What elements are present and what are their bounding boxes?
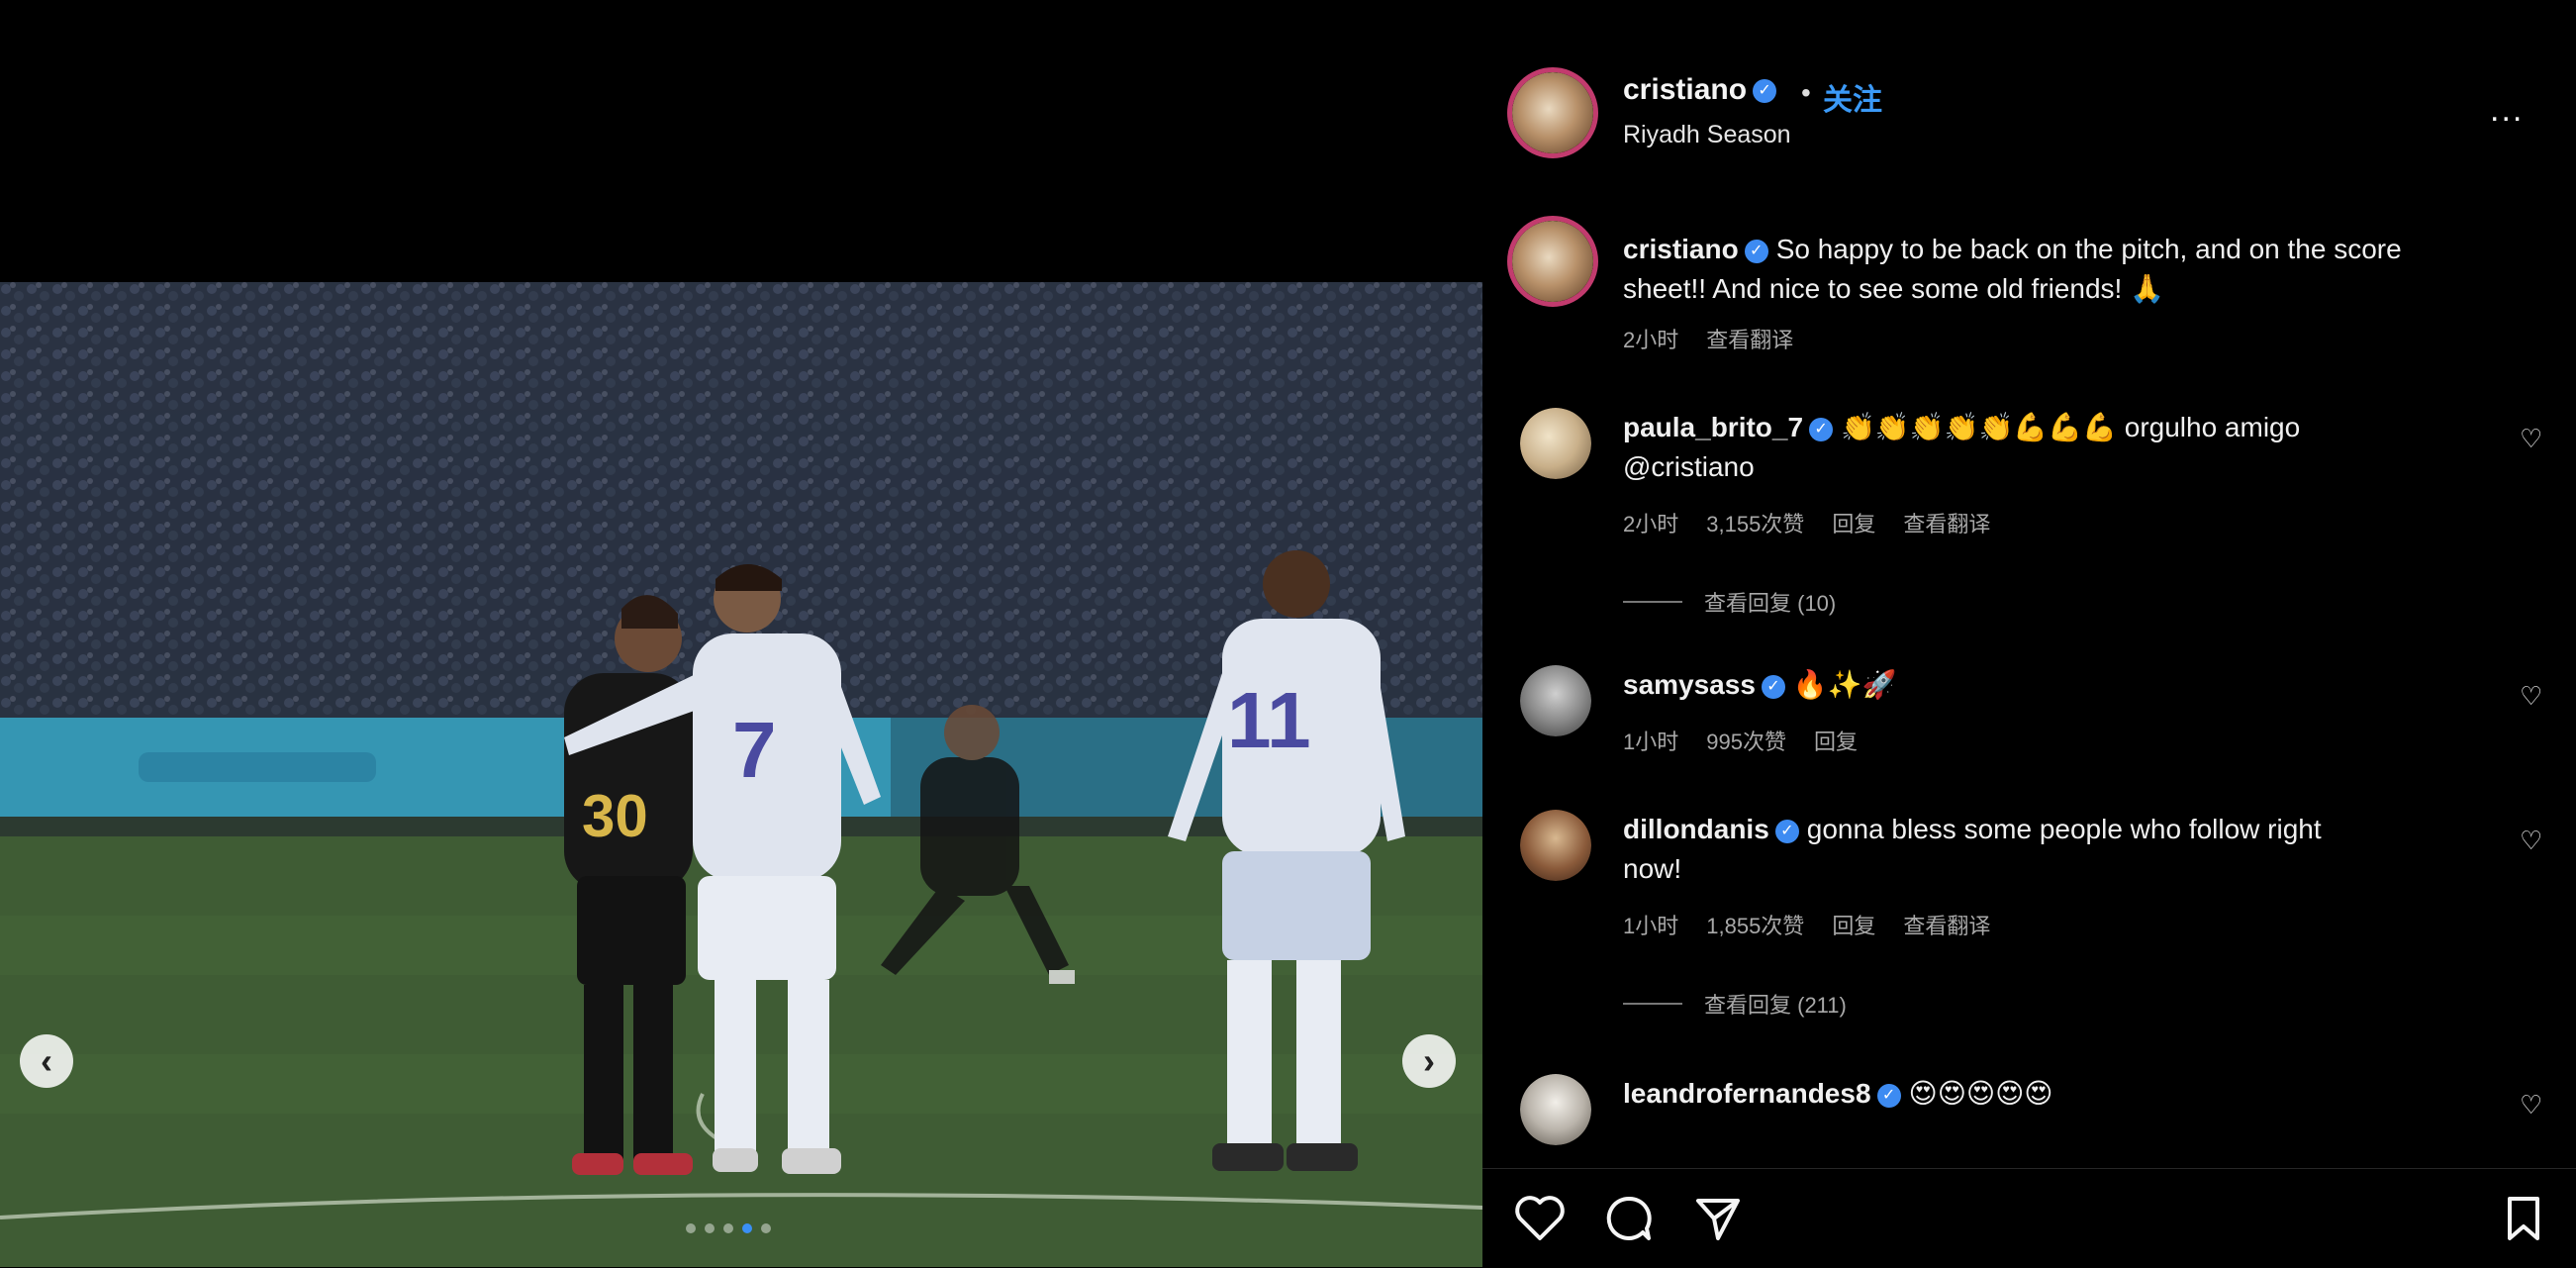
reply-button[interactable]: 回复 bbox=[1832, 507, 1875, 538]
caption-avatar[interactable] bbox=[1507, 216, 1598, 307]
verified-badge-icon: ✓ bbox=[1744, 239, 1768, 263]
comment-line-1: leandrofernandes8 ✓ 😍😍😍😍😍 bbox=[1623, 1074, 2494, 1114]
post-action-bar bbox=[1482, 1168, 2576, 1268]
caption-text: So happy to be back on the pitch, and on… bbox=[1775, 234, 2402, 264]
comment-likes[interactable]: 1,855次赞 bbox=[1706, 909, 1804, 940]
separator-dot: • bbox=[1801, 77, 1811, 108]
view-replies-label: 查看回复 (10) bbox=[1704, 591, 1837, 616]
comment-line-2: now! bbox=[1623, 853, 1682, 884]
post-location[interactable]: Riyadh Season bbox=[1623, 121, 1791, 149]
carousel-dot-active bbox=[742, 1223, 752, 1233]
commenter-avatar[interactable] bbox=[1520, 408, 1591, 479]
comment-likes[interactable]: 995次赞 bbox=[1706, 725, 1786, 756]
carousel-prev-button[interactable]: ‹ bbox=[20, 1034, 73, 1088]
caption-username[interactable]: cristiano bbox=[1623, 234, 1739, 264]
carousel-dot bbox=[705, 1223, 715, 1233]
comment-line-1: samysass ✓ 🔥✨🚀 bbox=[1623, 665, 2494, 705]
follow-button[interactable]: 关注 bbox=[1823, 75, 1882, 119]
carousel-dot bbox=[723, 1223, 733, 1233]
commenter-username[interactable]: dillondanis bbox=[1623, 814, 1769, 844]
caption-time[interactable]: 2小时 bbox=[1623, 323, 1678, 354]
heart-icon bbox=[1515, 1196, 1565, 1240]
carousel-indicator bbox=[686, 1223, 771, 1233]
comment-time[interactable]: 2小时 bbox=[1623, 507, 1678, 538]
reply-button[interactable]: 回复 bbox=[1832, 909, 1875, 940]
view-replies-button[interactable]: 查看回复 (10) bbox=[1623, 586, 1836, 618]
comment-text: gonna bless some people who follow right bbox=[1806, 814, 2322, 844]
see-translation-link[interactable]: 查看翻译 bbox=[1706, 323, 1793, 354]
view-replies-label: 查看回复 (211) bbox=[1704, 993, 1847, 1018]
comment-like-heart-icon[interactable]: ♡ bbox=[2520, 681, 2542, 712]
svg-text:7: 7 bbox=[732, 706, 777, 794]
comment-meta: 1小时 995次赞 回复 bbox=[1623, 725, 1858, 756]
verified-badge-icon: ✓ bbox=[1761, 674, 1785, 699]
reply-button[interactable]: 回复 bbox=[1814, 725, 1858, 756]
comment-text: 🔥✨🚀 bbox=[1792, 669, 1897, 700]
comment-line-1: dillondanis ✓ gonna bless some people who … bbox=[1623, 810, 2494, 849]
chevron-right-icon: › bbox=[1423, 1040, 1435, 1081]
more-options-icon[interactable]: ... bbox=[2490, 91, 2524, 130]
commenter-username[interactable]: paula_brito_7 bbox=[1623, 412, 1803, 442]
caption-line-1: cristiano ✓ So happy to be back on the pit… bbox=[1623, 230, 2494, 269]
share-button[interactable] bbox=[1690, 1191, 1746, 1246]
carousel-next-button[interactable]: › bbox=[1402, 1034, 1456, 1088]
author-username-row: cristiano ✓ bbox=[1623, 73, 1777, 107]
author-avatar[interactable] bbox=[1507, 67, 1598, 158]
comment-text: 😍😍😍😍😍 bbox=[1908, 1078, 2053, 1109]
comment-icon bbox=[1606, 1196, 1652, 1240]
bookmark-icon bbox=[2508, 1197, 2539, 1240]
carousel-dot bbox=[761, 1223, 771, 1233]
svg-text:30: 30 bbox=[582, 783, 648, 849]
match-photo-illustration: 30 7 11 bbox=[0, 282, 1482, 1267]
comment-meta: 1小时 1,855次赞 回复 查看翻译 bbox=[1623, 909, 1990, 940]
view-replies-button[interactable]: 查看回复 (211) bbox=[1623, 988, 1847, 1020]
commenter-username[interactable]: leandrofernandes8 bbox=[1623, 1078, 1871, 1109]
media-viewer: 30 7 11 ‹ › bbox=[0, 0, 1482, 1267]
caption-meta: 2小时 查看翻译 bbox=[1623, 323, 1793, 354]
caption-line-2: sheet!! And nice to see some old friends… bbox=[1623, 273, 2164, 304]
comment-like-heart-icon[interactable]: ♡ bbox=[2520, 826, 2542, 856]
svg-text:11: 11 bbox=[1227, 676, 1311, 764]
verified-badge-icon: ✓ bbox=[1876, 1083, 1901, 1108]
see-translation-link[interactable]: 查看翻译 bbox=[1903, 909, 1990, 940]
comment-meta: 2小时 3,155次赞 回复 查看翻译 bbox=[1623, 507, 1990, 538]
save-button[interactable] bbox=[2496, 1191, 2551, 1246]
replies-divider bbox=[1623, 1003, 1682, 1005]
comment-line-1: paula_brito_7 ✓ 👏👏👏👏👏💪💪💪 orgulho amigo bbox=[1623, 408, 2494, 447]
post-header: cristiano ✓ • 关注 Riyadh Season ... bbox=[1482, 0, 2576, 178]
commenter-avatar[interactable] bbox=[1520, 1074, 1591, 1145]
commenter-avatar[interactable] bbox=[1520, 810, 1591, 881]
share-icon bbox=[1696, 1199, 1740, 1240]
verified-badge-icon: ✓ bbox=[1753, 79, 1777, 104]
comment-mention[interactable]: @cristiano bbox=[1623, 447, 2494, 487]
commenter-username[interactable]: samysass bbox=[1623, 669, 1756, 700]
replies-divider bbox=[1623, 601, 1682, 603]
comment-likes[interactable]: 3,155次赞 bbox=[1706, 507, 1804, 538]
chevron-left-icon: ‹ bbox=[41, 1040, 52, 1081]
post-details-panel: cristiano ✓ • 关注 Riyadh Season ... cristi… bbox=[1482, 0, 2576, 1267]
comment-like-heart-icon[interactable]: ♡ bbox=[2520, 1090, 2542, 1121]
verified-badge-icon: ✓ bbox=[1774, 819, 1799, 843]
carousel-dot bbox=[686, 1223, 696, 1233]
comment-time[interactable]: 1小时 bbox=[1623, 909, 1678, 940]
see-translation-link[interactable]: 查看翻译 bbox=[1903, 507, 1990, 538]
author-username[interactable]: cristiano bbox=[1623, 73, 1747, 106]
verified-badge-icon: ✓ bbox=[1809, 417, 1834, 441]
like-button[interactable] bbox=[1512, 1191, 1568, 1246]
commenter-avatar[interactable] bbox=[1520, 665, 1591, 736]
comment-text: 👏👏👏👏👏💪💪💪 orgulho amigo bbox=[1841, 412, 2301, 442]
comment-like-heart-icon[interactable]: ♡ bbox=[2520, 424, 2542, 454]
comment-time[interactable]: 1小时 bbox=[1623, 725, 1678, 756]
comment-button[interactable] bbox=[1601, 1191, 1657, 1246]
post-photo: 30 7 11 ‹ › bbox=[0, 282, 1482, 1267]
